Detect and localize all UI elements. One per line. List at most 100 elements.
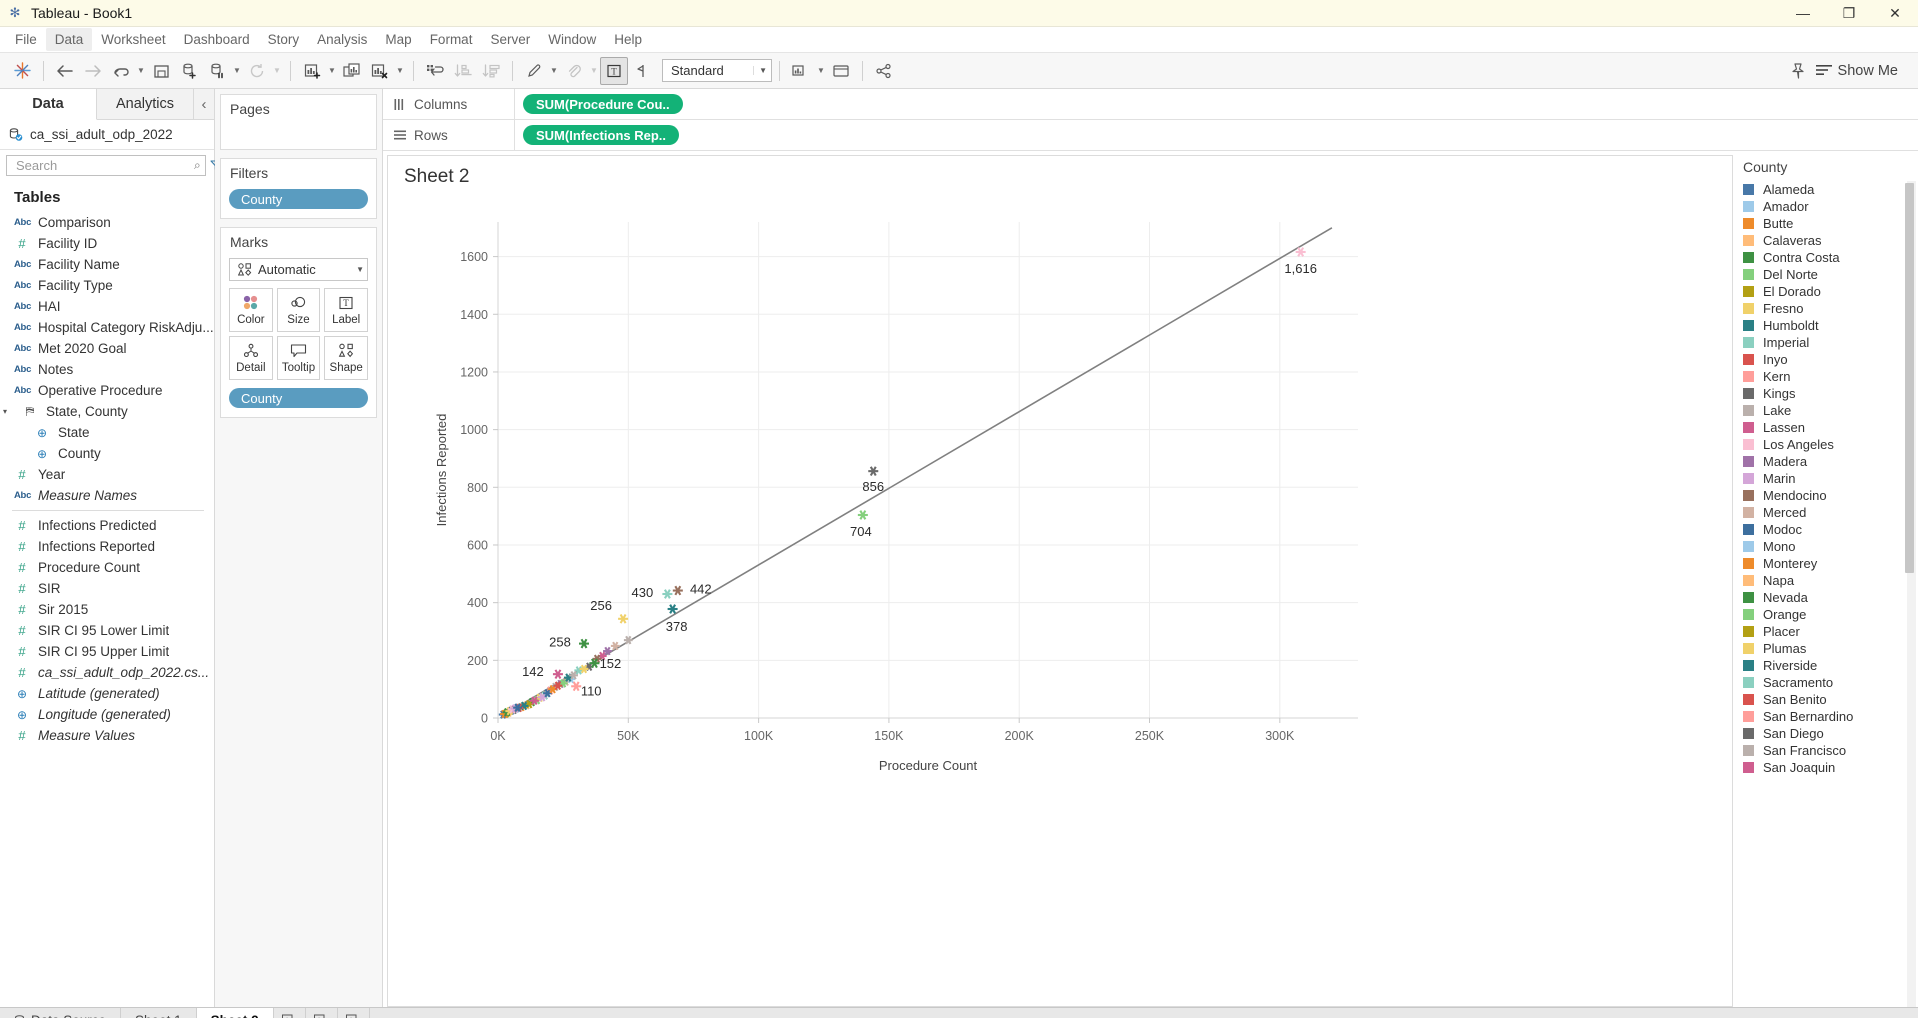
- swap-rows-columns-icon[interactable]: [421, 57, 449, 85]
- chevron-left-icon[interactable]: ‹: [194, 89, 214, 119]
- columns-shelf[interactable]: Columns SUM(Procedure Cou..: [383, 89, 1918, 120]
- legend-item-lassen[interactable]: Lassen: [1739, 419, 1918, 436]
- fix-axes-icon[interactable]: [628, 57, 656, 85]
- menu-item-map[interactable]: Map: [376, 28, 420, 51]
- fit-dropdown[interactable]: Standard ▼: [662, 59, 772, 82]
- marks-label-button[interactable]: T Label: [324, 288, 368, 332]
- scatter-plot[interactable]: 0 200 400 600 800 1000 1200 1400 1600 0K 50K 100K 15…: [388, 156, 1732, 1006]
- legend-item-orange[interactable]: Orange: [1739, 606, 1918, 623]
- new-worksheet-icon[interactable]: [298, 57, 326, 85]
- legend-item-butte[interactable]: Butte: [1739, 215, 1918, 232]
- legend-item-calaveras[interactable]: Calaveras: [1739, 232, 1918, 249]
- columns-pill[interactable]: SUM(Procedure Cou..: [523, 94, 683, 114]
- filter-pill-county[interactable]: County: [229, 189, 368, 209]
- field-infections-predicted[interactable]: # Infections Predicted: [0, 515, 214, 536]
- field-longitude-generated[interactable]: ⊕ Longitude (generated): [0, 704, 214, 725]
- legend-item-madera[interactable]: Madera: [1739, 453, 1918, 470]
- chevron-down-icon[interactable]: ▾: [3, 407, 14, 416]
- legend-item-contra-costa[interactable]: Contra Costa: [1739, 249, 1918, 266]
- rows-pill[interactable]: SUM(Infections Rep..: [523, 125, 680, 145]
- legend-item-monterey[interactable]: Monterey: [1739, 555, 1918, 572]
- data-point-riverside[interactable]: [667, 604, 678, 614]
- new-data-source-icon[interactable]: [175, 57, 203, 85]
- legend-item-marin[interactable]: Marin: [1739, 470, 1918, 487]
- menu-item-help[interactable]: Help: [605, 28, 651, 51]
- menu-item-worksheet[interactable]: Worksheet: [92, 28, 174, 51]
- menu-item-file[interactable]: File: [6, 28, 46, 51]
- legend-item-modoc[interactable]: Modoc: [1739, 521, 1918, 538]
- highlight-caret-icon[interactable]: ▼: [548, 57, 560, 85]
- save-icon[interactable]: [147, 57, 175, 85]
- data-point-sacramento[interactable]: [662, 589, 673, 599]
- field-sir-ci-95-upper-limit[interactable]: # SIR CI 95 Upper Limit: [0, 641, 214, 662]
- legend-item-inyo[interactable]: Inyo: [1739, 351, 1918, 368]
- data-point-mendocino[interactable]: [672, 585, 683, 596]
- marks-color-button[interactable]: Color: [229, 288, 273, 332]
- show-me-button[interactable]: Show Me: [1812, 63, 1910, 79]
- legend-item-sacramento[interactable]: Sacramento: [1739, 674, 1918, 691]
- forward-arrow-icon[interactable]: [79, 57, 107, 85]
- field-year[interactable]: # Year: [0, 464, 214, 485]
- field-operative-procedure[interactable]: Abc Operative Procedure: [0, 380, 214, 401]
- presentation-mode-icon[interactable]: [787, 57, 815, 85]
- pin-icon[interactable]: [1784, 57, 1812, 85]
- field-infections-reported[interactable]: # Infections Reported: [0, 536, 214, 557]
- legend-item-san-joaquin[interactable]: San Joaquin: [1739, 759, 1918, 776]
- attach-caret-icon[interactable]: ▼: [588, 57, 600, 85]
- legend-item-el-dorado[interactable]: El Dorado: [1739, 283, 1918, 300]
- legend-item-merced[interactable]: Merced: [1739, 504, 1918, 521]
- legend-item-imperial[interactable]: Imperial: [1739, 334, 1918, 351]
- field-state-county[interactable]: ▾ ⛿ State, County: [0, 401, 214, 422]
- share-icon[interactable]: [870, 57, 898, 85]
- menu-item-data[interactable]: Data: [45, 28, 93, 51]
- legend-item-san-bernardino[interactable]: San Bernardino: [1739, 708, 1918, 725]
- presentation-caret-icon[interactable]: ▼: [815, 57, 827, 85]
- new-dashboard-tab-icon[interactable]: [306, 1008, 338, 1018]
- pages-card-body[interactable]: [221, 121, 376, 149]
- menu-item-server[interactable]: Server: [481, 28, 539, 51]
- data-dropdown-caret-icon[interactable]: ▼: [231, 57, 243, 85]
- refresh-data-source-icon[interactable]: [243, 57, 271, 85]
- worksheet-tab-sheet-2[interactable]: Sheet 2: [196, 1008, 274, 1018]
- data-point-lassen[interactable]: [552, 669, 563, 680]
- rows-shelf[interactable]: Rows SUM(Infections Rep..: [383, 120, 1918, 151]
- search-icon[interactable]: ⌕: [194, 158, 201, 173]
- field-sir[interactable]: # SIR: [0, 578, 214, 599]
- legend-item-alameda[interactable]: Alameda: [1739, 181, 1918, 198]
- visualization-canvas[interactable]: Sheet 2 0 200 400 600 800 1000 1200 1400 1600 0K 5…: [387, 155, 1733, 1007]
- mark-type-dropdown[interactable]: Automatic ▼: [229, 258, 368, 281]
- legend-item-los-angeles[interactable]: Los Angeles: [1739, 436, 1918, 453]
- menu-item-format[interactable]: Format: [421, 28, 482, 51]
- worksheet-tab-data-source[interactable]: Data Source: [0, 1008, 122, 1018]
- legend-item-lake[interactable]: Lake: [1739, 402, 1918, 419]
- legend-item-kings[interactable]: Kings: [1739, 385, 1918, 402]
- sort-ascending-icon[interactable]: [449, 57, 477, 85]
- worksheet-tab-sheet-1[interactable]: Sheet 1: [121, 1008, 197, 1018]
- legend-item-nevada[interactable]: Nevada: [1739, 589, 1918, 606]
- data-point-nevada[interactable]: [579, 638, 589, 649]
- field-hai[interactable]: Abc HAI: [0, 296, 214, 317]
- tableau-home-icon[interactable]: [8, 57, 36, 85]
- legend-item-fresno[interactable]: Fresno: [1739, 300, 1918, 317]
- legend-item-kern[interactable]: Kern: [1739, 368, 1918, 385]
- marks-tooltip-button[interactable]: Tooltip: [276, 336, 321, 380]
- legend-item-san-benito[interactable]: San Benito: [1739, 691, 1918, 708]
- refresh-dropdown-caret-icon[interactable]: ▼: [271, 57, 283, 85]
- chevron-down-icon[interactable]: ▼: [356, 265, 364, 274]
- field-county[interactable]: ⊕ County: [0, 443, 214, 464]
- new-story-tab-icon[interactable]: [338, 1008, 370, 1018]
- filters-card-body[interactable]: County: [221, 185, 376, 218]
- field-hospital-category-riskadju[interactable]: Abc Hospital Category RiskAdju...: [0, 317, 214, 338]
- field-measure-names[interactable]: Abc Measure Names: [0, 485, 214, 506]
- legend-item-humboldt[interactable]: Humboldt: [1739, 317, 1918, 334]
- legend-item-riverside[interactable]: Riverside: [1739, 657, 1918, 674]
- field-measure-values[interactable]: # Measure Values: [0, 725, 214, 746]
- data-point-san-bernardino[interactable]: [571, 681, 582, 692]
- field-latitude-generated[interactable]: ⊕ Latitude (generated): [0, 683, 214, 704]
- menu-item-story[interactable]: Story: [259, 28, 309, 51]
- field-sir-ci-95-lower-limit[interactable]: # SIR CI 95 Lower Limit: [0, 620, 214, 641]
- columns-shelf-field-area[interactable]: SUM(Procedure Cou..: [515, 89, 1918, 119]
- field-sir-2015[interactable]: # Sir 2015: [0, 599, 214, 620]
- rows-shelf-field-area[interactable]: SUM(Infections Rep..: [515, 120, 1918, 150]
- minimize-button[interactable]: —: [1780, 0, 1826, 27]
